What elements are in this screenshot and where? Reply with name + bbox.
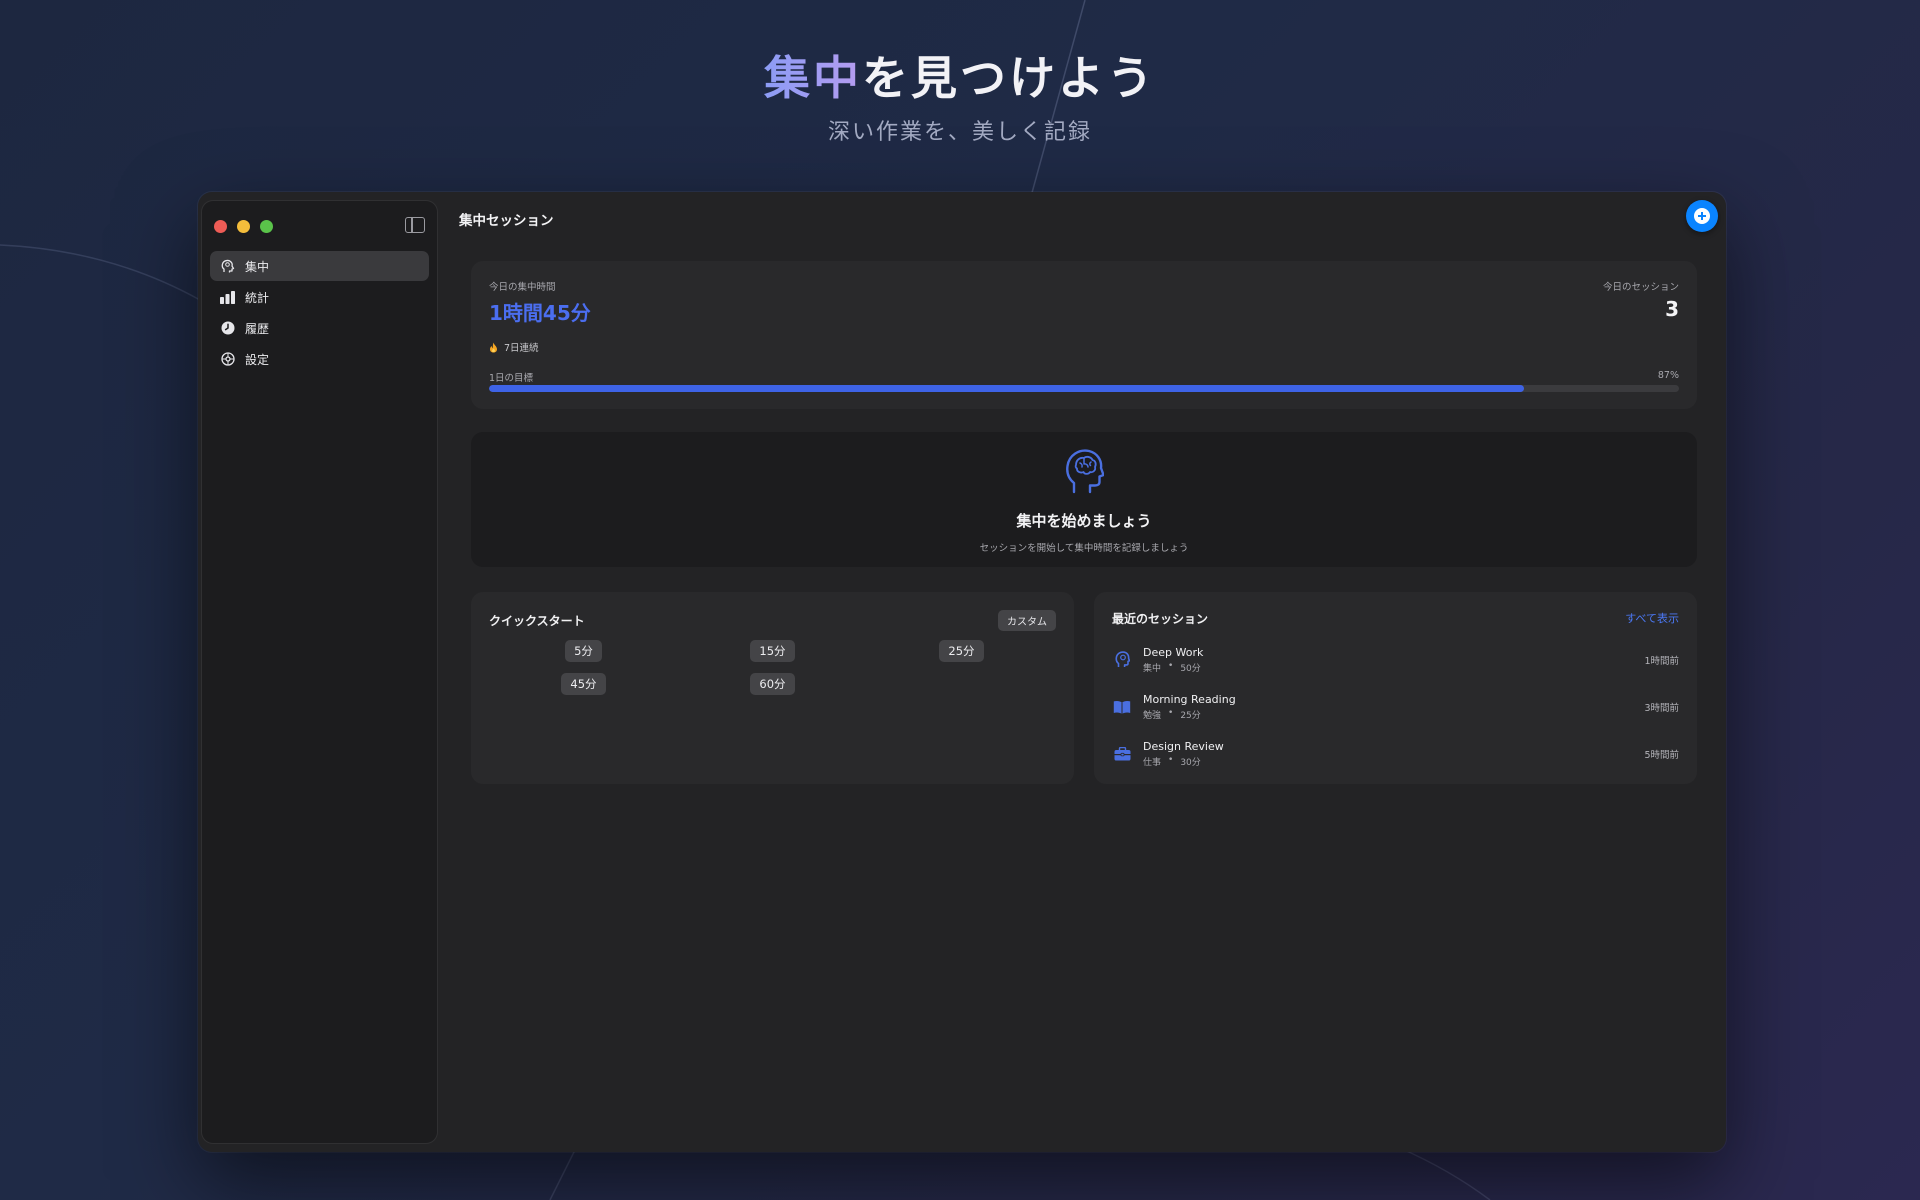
sidebar-item-label: 履歴 xyxy=(245,321,270,336)
quick-start-options: 5分 15分 25分 45分 60分 xyxy=(489,640,1056,695)
session-time-ago: 5時間前 xyxy=(1644,749,1679,761)
briefcase-icon xyxy=(1112,744,1132,764)
sessions-today-label: 今日のセッション xyxy=(1602,282,1679,293)
quick-start-title: クイックスタート xyxy=(489,614,585,628)
quick-start-15min-button[interactable]: 15分 xyxy=(750,640,795,662)
view-all-link[interactable]: すべて表示 xyxy=(1625,610,1679,626)
focus-time-value: 1時間45分 xyxy=(489,301,591,325)
quick-start-45min-button[interactable]: 45分 xyxy=(561,673,606,695)
page-title: 集中セッション xyxy=(459,213,554,229)
gear-icon xyxy=(220,352,235,367)
daily-goal-percent: 87% xyxy=(1657,370,1679,381)
streak-badge: 7日連続 xyxy=(489,340,539,354)
sidebar-item-settings[interactable]: 設定 xyxy=(210,344,429,374)
start-focus-card[interactable]: 集中を始めましょう セッションを開始して集中時間を記録しましょう xyxy=(471,432,1697,567)
hero-title-rest: を見つけよう xyxy=(862,51,1156,105)
sidebar-nav: 集中 統計 履歴 設定 xyxy=(210,251,429,375)
hero: 集中を見つけよう 深い作業を、美しく記録 xyxy=(0,48,1920,146)
daily-goal-progress-bar xyxy=(489,385,1679,392)
recent-sessions-title: 最近のセッション xyxy=(1112,612,1209,626)
quick-start-5min-button[interactable]: 5分 xyxy=(565,640,602,662)
session-separator: • xyxy=(1168,707,1174,718)
sidebar-item-history[interactable]: 履歴 xyxy=(210,313,429,343)
sidebar: 集中 統計 履歴 設定 xyxy=(201,200,438,1144)
session-category: 仕事 xyxy=(1143,757,1162,768)
session-category: 集中 xyxy=(1143,663,1162,674)
hero-title-accent: 集中 xyxy=(764,51,862,105)
minimize-window-button[interactable] xyxy=(237,220,250,233)
daily-goal-row: 1日の目標 87% xyxy=(489,370,1679,384)
today-stats-card: 今日の集中時間 1時間45分 今日のセッション 3 7日連続 1日の目標 87% xyxy=(471,261,1697,409)
book-icon xyxy=(1112,697,1132,717)
hero-title: 集中を見つけよう xyxy=(0,48,1920,108)
session-duration: 30分 xyxy=(1180,757,1201,768)
list-item[interactable]: Morning Reading 勉強 • 25分 3時間前 xyxy=(1112,683,1679,730)
zoom-window-button[interactable] xyxy=(260,220,273,233)
sidebar-item-label: 集中 xyxy=(245,259,270,274)
session-separator: • xyxy=(1168,660,1174,671)
daily-goal-progress-fill xyxy=(489,385,1525,392)
head-icon xyxy=(1112,650,1132,670)
sidebar-item-label: 統計 xyxy=(245,290,270,305)
focus-time-label: 今日の集中時間 xyxy=(489,282,556,293)
plus-circle-icon xyxy=(1694,208,1710,224)
sidebar-item-focus[interactable]: 集中 xyxy=(210,251,429,281)
custom-duration-button[interactable]: カスタム xyxy=(998,610,1056,631)
quick-start-card: クイックスタート カスタム 5分 15分 25分 45分 60分 xyxy=(471,592,1074,784)
add-session-button[interactable] xyxy=(1686,200,1718,232)
sessions-today-value: 3 xyxy=(1665,297,1679,321)
list-item[interactable]: Deep Work 集中 • 50分 1時間前 xyxy=(1112,636,1679,683)
session-name: Design Review xyxy=(1143,739,1224,753)
quick-start-60min-button[interactable]: 60分 xyxy=(750,673,795,695)
list-item[interactable]: Design Review 仕事 • 30分 5時間前 xyxy=(1112,730,1679,777)
window-controls xyxy=(214,220,273,233)
hero-subtitle: 深い作業を、美しく記録 xyxy=(827,120,1092,145)
session-time-ago: 1時間前 xyxy=(1644,655,1679,667)
session-separator: • xyxy=(1168,754,1174,765)
recent-sessions-card: 最近のセッション すべて表示 Deep Work 集中 • 50分 1時間前 M… xyxy=(1094,592,1697,784)
flame-icon xyxy=(490,342,497,352)
session-duration: 50分 xyxy=(1180,663,1201,674)
recent-sessions-list: Deep Work 集中 • 50分 1時間前 Morning Reading xyxy=(1112,636,1679,777)
session-category: 勉強 xyxy=(1143,710,1162,721)
daily-goal-label: 1日の目標 xyxy=(489,373,534,384)
quick-start-25min-button[interactable]: 25分 xyxy=(939,640,984,662)
empty-state-title: 集中を始めましょう xyxy=(1016,512,1152,530)
brain-head-icon xyxy=(1066,449,1104,494)
sidebar-item-label: 設定 xyxy=(245,352,270,367)
streak-text: 7日連続 xyxy=(504,343,539,354)
empty-state-subtitle: セッションを開始して集中時間を記録しましょう xyxy=(979,543,1189,554)
session-duration: 25分 xyxy=(1180,710,1201,721)
session-name: Deep Work xyxy=(1143,645,1204,659)
sidebar-toggle-icon[interactable] xyxy=(405,217,425,233)
session-name: Morning Reading xyxy=(1143,692,1236,706)
head-icon xyxy=(220,259,235,274)
clock-icon xyxy=(220,321,235,336)
session-time-ago: 3時間前 xyxy=(1644,702,1679,714)
close-window-button[interactable] xyxy=(214,220,227,233)
sidebar-item-stats[interactable]: 統計 xyxy=(210,282,429,312)
bar-chart-icon xyxy=(220,290,235,305)
app-window: 集中 統計 履歴 設定 集中セッション 今日の集中時間 1時間45分 今日のセッ… xyxy=(198,192,1726,1152)
